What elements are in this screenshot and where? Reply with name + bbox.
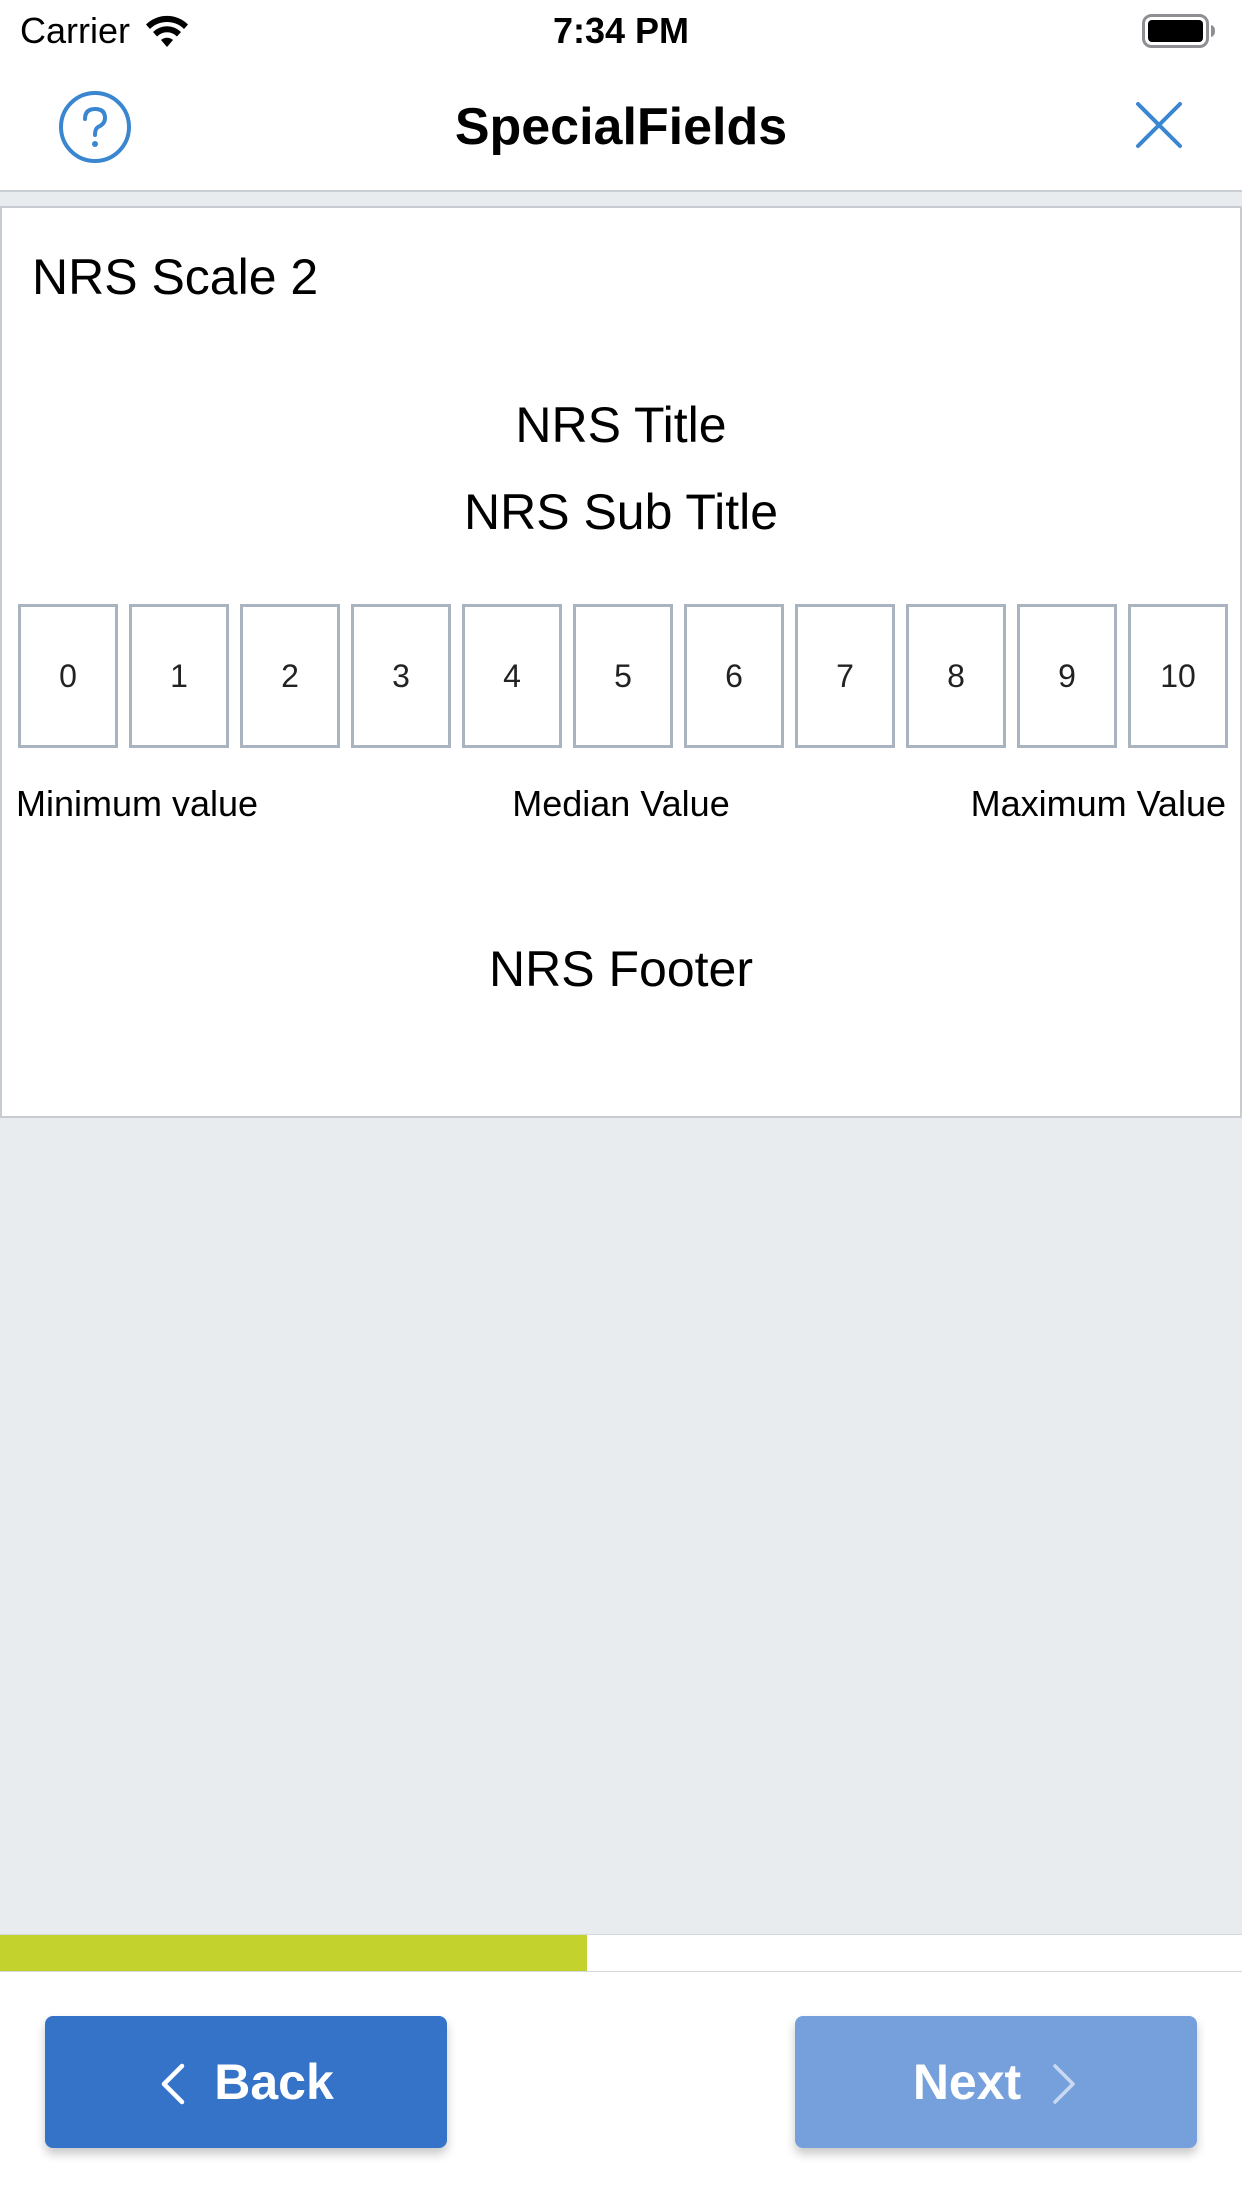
bottom-bar: Back Next [0, 1972, 1242, 2208]
nrs-subtitle: NRS Sub Title [463, 484, 778, 540]
back-button-label: Back [214, 2054, 334, 2110]
nrs-card: NRS Scale 2 NRS Title NRS Sub Title 0 1 … [0, 206, 1242, 1118]
scale-option-6[interactable]: 6 [684, 604, 784, 748]
navigation-bar: SpecialFields [0, 62, 1242, 192]
scale-option-4[interactable]: 4 [462, 604, 562, 748]
progress-fill [0, 1935, 588, 1971]
chevron-left-icon [158, 2060, 186, 2105]
status-bar: Carrier 7:34 PM [0, 0, 1242, 62]
progress-bar [0, 1934, 1242, 1972]
maximum-value-label: Maximum Value [970, 783, 1226, 824]
scale-option-1[interactable]: 1 [129, 604, 229, 748]
next-button[interactable]: Next [795, 2016, 1197, 2148]
scale-option-10[interactable]: 10 [1128, 604, 1228, 748]
scale-option-3[interactable]: 3 [351, 604, 451, 748]
nrs-footer: NRS Footer [489, 941, 753, 997]
chevron-right-icon [1051, 2060, 1079, 2104]
nrs-scale: 0 1 2 3 4 5 6 7 8 9 10 [18, 604, 1228, 748]
card-heading: NRS Scale 2 [32, 249, 319, 305]
back-button[interactable]: Back [45, 2016, 447, 2148]
scale-option-8[interactable]: 8 [906, 604, 1006, 748]
close-button[interactable] [1134, 100, 1184, 150]
battery-full-icon [1142, 14, 1216, 48]
status-time: 7:34 PM [552, 10, 690, 51]
scale-option-7[interactable]: 7 [795, 604, 895, 748]
scale-option-2[interactable]: 2 [240, 604, 340, 748]
scale-option-5[interactable]: 5 [573, 604, 673, 748]
content-area: NRS Scale 2 NRS Title NRS Sub Title 0 1 … [0, 192, 1242, 1934]
nrs-title: NRS Title [515, 397, 727, 453]
page-title: SpecialFields [454, 98, 788, 156]
next-button-label: Next [912, 2054, 1022, 2110]
scale-option-9[interactable]: 9 [1017, 604, 1117, 748]
scale-option-0[interactable]: 0 [18, 604, 118, 748]
close-icon [1136, 102, 1182, 148]
